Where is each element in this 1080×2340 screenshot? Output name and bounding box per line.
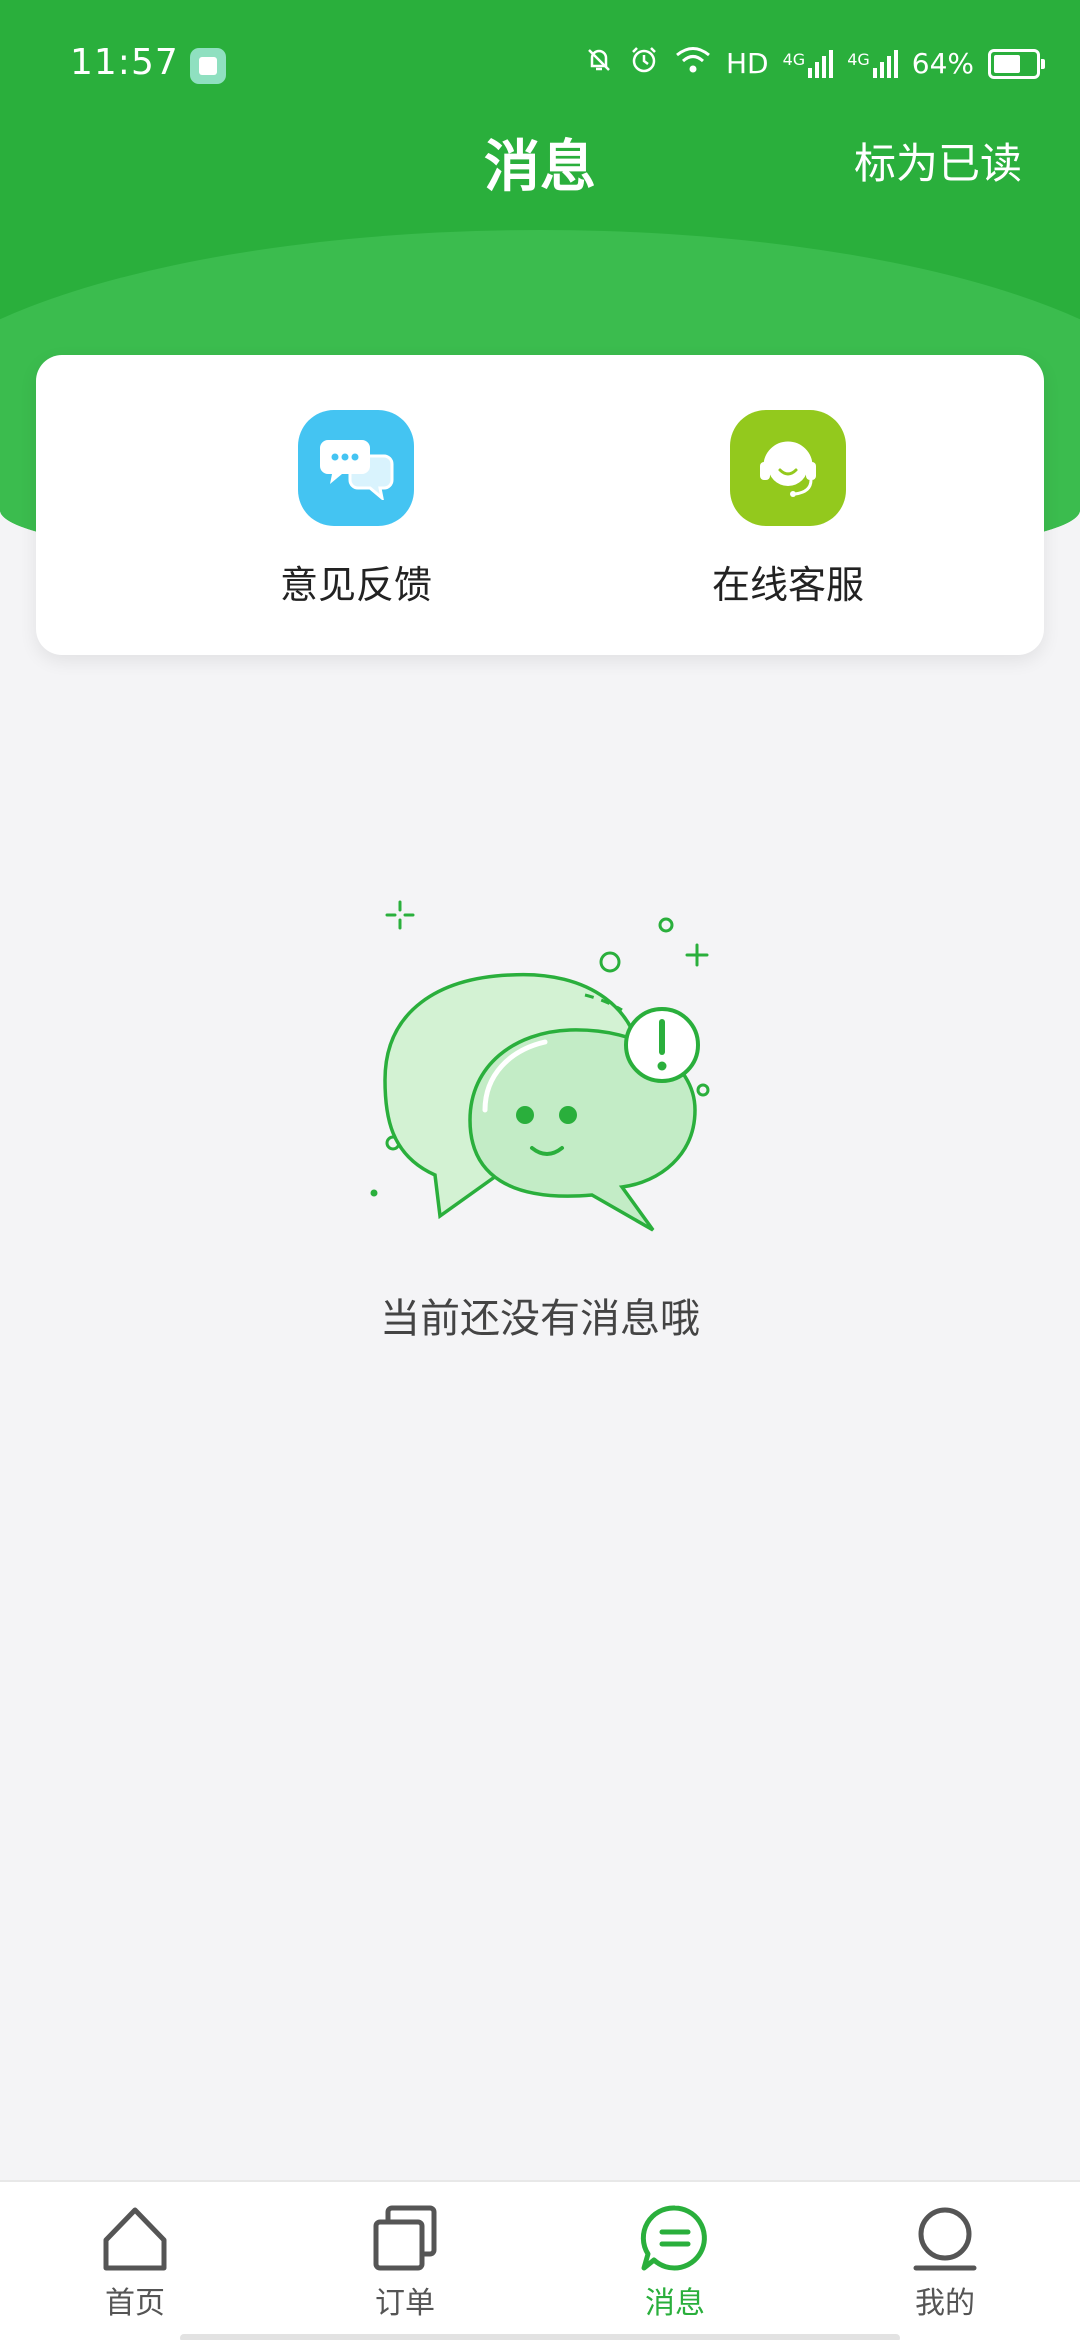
empty-messages-text: 当前还没有消息哦 [380,1296,700,1342]
cell-signal-1: 4G [782,49,834,78]
bottom-navigation: 首页 订单 消息 我的 [0,2180,1080,2340]
headset-icon [730,410,846,526]
customer-service-label: 在线客服 [711,563,864,607]
profile-icon [913,2207,977,2271]
battery-percent: 64% [911,47,974,80]
nav-item-home[interactable]: 首页 [0,2182,270,2340]
message-icon [640,2205,707,2271]
home-icon [103,2207,167,2271]
nav-item-profile[interactable]: 我的 [810,2182,1080,2340]
wifi-icon [674,45,712,82]
battery-icon [988,48,1045,79]
orders-icon [373,2205,437,2271]
feedback-label: 意见反馈 [279,563,432,607]
app-notification-icon [190,48,226,84]
cell2-label: 4G [847,49,870,69]
mark-as-read-button[interactable]: 标为已读 [854,130,1022,191]
cell1-label: 4G [782,49,806,69]
nav-item-orders[interactable]: 订单 [270,2182,540,2340]
mute-bell-icon [584,45,614,82]
customer-service-shortcut[interactable]: 在线客服 [668,410,908,609]
nav-label-profile: 我的 [915,2286,975,2321]
alarm-icon [628,44,660,83]
messages-screen: 11:57 HD 4G 4G 64% 消息 标为已读 意见反馈 在线客服 当前还… [0,0,1080,2340]
cell-signal-2: 4G [847,49,898,78]
status-icons: HD 4G 4G 64% [584,44,1045,83]
nav-label-messages: 消息 [645,2286,705,2321]
feedback-chat-icon [298,410,414,526]
nav-item-messages[interactable]: 消息 [540,2182,810,2340]
nav-label-home: 首页 [105,2286,165,2321]
status-bar: 11:57 HD 4G 4G 64% [0,0,1080,130]
hd-label: HD [725,47,769,80]
shortcut-card: 意见反馈 在线客服 [36,355,1044,655]
home-indicator [180,2334,900,2340]
empty-messages-illustration [360,900,720,1240]
nav-label-orders: 订单 [375,2286,435,2321]
feedback-shortcut[interactable]: 意见反馈 [236,410,476,609]
status-time: 11:57 [70,42,179,83]
